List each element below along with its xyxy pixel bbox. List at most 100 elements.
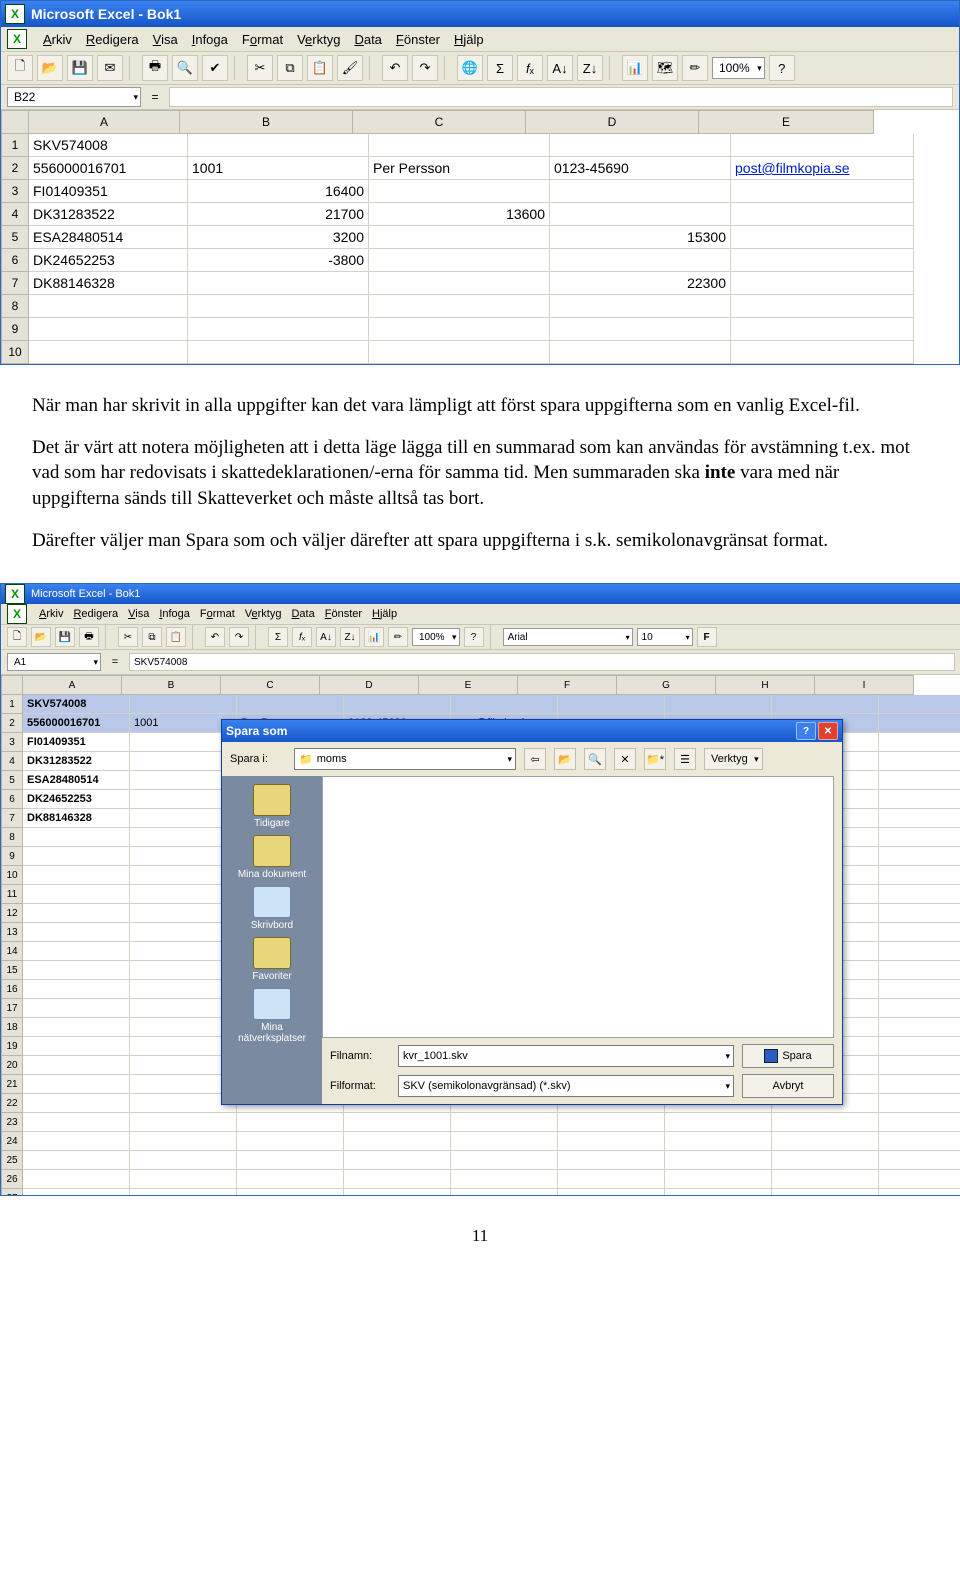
cell[interactable] bbox=[879, 1189, 960, 1195]
row-header[interactable]: 5 bbox=[1, 226, 29, 249]
cell[interactable]: DK31283522 bbox=[23, 752, 130, 771]
cell[interactable] bbox=[772, 1113, 879, 1132]
row-header[interactable]: 22 bbox=[1, 1094, 23, 1113]
cell[interactable] bbox=[23, 1170, 130, 1189]
menu-fonster[interactable]: Fönster bbox=[396, 32, 440, 47]
save-in-dropdown[interactable]: 📁 moms bbox=[294, 748, 516, 770]
bold-icon[interactable]: F bbox=[697, 627, 717, 647]
function-icon[interactable]: fₓ bbox=[292, 627, 312, 647]
row-header[interactable]: 12 bbox=[1, 904, 23, 923]
cell[interactable] bbox=[879, 904, 960, 923]
file-list-area[interactable] bbox=[322, 776, 834, 1038]
fontsize-dropdown[interactable]: 10 bbox=[637, 628, 693, 646]
cell[interactable] bbox=[550, 318, 731, 341]
row-header[interactable]: 11 bbox=[1, 885, 23, 904]
cell[interactable] bbox=[731, 249, 914, 272]
cell[interactable]: 13600 bbox=[369, 203, 550, 226]
function-icon[interactable]: fₓ bbox=[517, 55, 543, 81]
format-painter-icon[interactable]: 🖌 bbox=[337, 55, 363, 81]
cell[interactable]: SKV574008 bbox=[23, 695, 130, 714]
cell[interactable]: 22300 bbox=[550, 272, 731, 295]
cell[interactable]: FI01409351 bbox=[23, 733, 130, 752]
row-header[interactable]: 5 bbox=[1, 771, 23, 790]
cell[interactable] bbox=[23, 1132, 130, 1151]
cell[interactable] bbox=[731, 180, 914, 203]
select-all-corner[interactable] bbox=[1, 110, 29, 134]
row-header[interactable]: 19 bbox=[1, 1037, 23, 1056]
cell[interactable] bbox=[237, 1189, 344, 1195]
menu-data[interactable]: Data bbox=[354, 32, 381, 47]
cell[interactable] bbox=[550, 203, 731, 226]
cell[interactable] bbox=[550, 180, 731, 203]
row-header[interactable]: 14 bbox=[1, 942, 23, 961]
cell[interactable]: 21700 bbox=[188, 203, 369, 226]
cell[interactable] bbox=[344, 1189, 451, 1195]
cell[interactable] bbox=[731, 318, 914, 341]
cell[interactable] bbox=[23, 1094, 130, 1113]
cell[interactable] bbox=[550, 295, 731, 318]
cell[interactable]: ESA28480514 bbox=[23, 771, 130, 790]
save-button[interactable]: Spara bbox=[742, 1044, 834, 1068]
cell[interactable] bbox=[731, 272, 914, 295]
cell[interactable] bbox=[237, 1151, 344, 1170]
col-header[interactable]: D bbox=[320, 675, 419, 695]
undo-icon[interactable]: ↶ bbox=[382, 55, 408, 81]
print-icon[interactable]: 🖶 bbox=[79, 627, 99, 647]
cell[interactable] bbox=[188, 341, 369, 364]
col-header-E[interactable]: E bbox=[699, 110, 874, 134]
row-header[interactable]: 8 bbox=[1, 828, 23, 847]
filename-input[interactable]: kvr_1001.skv bbox=[398, 1045, 734, 1067]
cell[interactable]: Per Persson bbox=[369, 157, 550, 180]
cell[interactable]: ESA28480514 bbox=[29, 226, 188, 249]
open-icon[interactable]: 📂 bbox=[37, 55, 63, 81]
cell[interactable] bbox=[550, 249, 731, 272]
cell[interactable] bbox=[130, 1151, 237, 1170]
cell[interactable] bbox=[879, 1018, 960, 1037]
cell[interactable] bbox=[879, 752, 960, 771]
cell[interactable] bbox=[29, 341, 188, 364]
row-header[interactable]: 13 bbox=[1, 923, 23, 942]
menu-redigera[interactable]: Redigera bbox=[86, 32, 139, 47]
cell[interactable] bbox=[23, 961, 130, 980]
cell[interactable] bbox=[665, 695, 772, 714]
cell[interactable] bbox=[665, 1113, 772, 1132]
sort-desc-icon[interactable]: Z↓ bbox=[577, 55, 603, 81]
cell[interactable] bbox=[879, 1113, 960, 1132]
print-icon[interactable]: 🖶 bbox=[142, 55, 168, 81]
search-icon[interactable]: 🔍 bbox=[584, 748, 606, 770]
delete-icon[interactable]: ✕ bbox=[614, 748, 636, 770]
drawing-icon[interactable]: ✏ bbox=[388, 627, 408, 647]
cell[interactable] bbox=[369, 341, 550, 364]
cell[interactable] bbox=[188, 295, 369, 318]
cell[interactable] bbox=[237, 1132, 344, 1151]
menu-redigera[interactable]: Redigera bbox=[73, 608, 118, 620]
menu-visa[interactable]: Visa bbox=[128, 608, 149, 620]
cell[interactable] bbox=[451, 1113, 558, 1132]
cell[interactable] bbox=[188, 272, 369, 295]
cell[interactable] bbox=[130, 1189, 237, 1195]
sort-desc-icon[interactable]: Z↓ bbox=[340, 627, 360, 647]
cell[interactable] bbox=[772, 1189, 879, 1195]
row-header[interactable]: 4 bbox=[1, 752, 23, 771]
row-header[interactable]: 8 bbox=[1, 295, 29, 318]
zoom-dropdown[interactable]: 100% bbox=[712, 57, 765, 79]
back-icon[interactable]: ⇦ bbox=[524, 748, 546, 770]
cell[interactable] bbox=[23, 866, 130, 885]
cell[interactable]: FI01409351 bbox=[29, 180, 188, 203]
format-dropdown[interactable]: SKV (semikolonavgränsad) (*.skv) bbox=[398, 1075, 734, 1097]
cell[interactable] bbox=[369, 272, 550, 295]
cell[interactable] bbox=[772, 1151, 879, 1170]
cell[interactable] bbox=[23, 1151, 130, 1170]
cancel-button[interactable]: Avbryt bbox=[742, 1074, 834, 1098]
row-header[interactable]: 1 bbox=[1, 695, 23, 714]
spellcheck-icon[interactable]: ✔ bbox=[202, 55, 228, 81]
save-icon[interactable]: 💾 bbox=[67, 55, 93, 81]
redo-icon[interactable]: ↷ bbox=[229, 627, 249, 647]
save-icon[interactable]: 💾 bbox=[55, 627, 75, 647]
row-header[interactable]: 10 bbox=[1, 866, 23, 885]
titlebar[interactable]: X Microsoft Excel - Bok1 bbox=[1, 1, 959, 27]
cell[interactable] bbox=[772, 1132, 879, 1151]
cell[interactable] bbox=[29, 318, 188, 341]
open-icon[interactable]: 📂 bbox=[31, 627, 51, 647]
col-header[interactable]: C bbox=[221, 675, 320, 695]
